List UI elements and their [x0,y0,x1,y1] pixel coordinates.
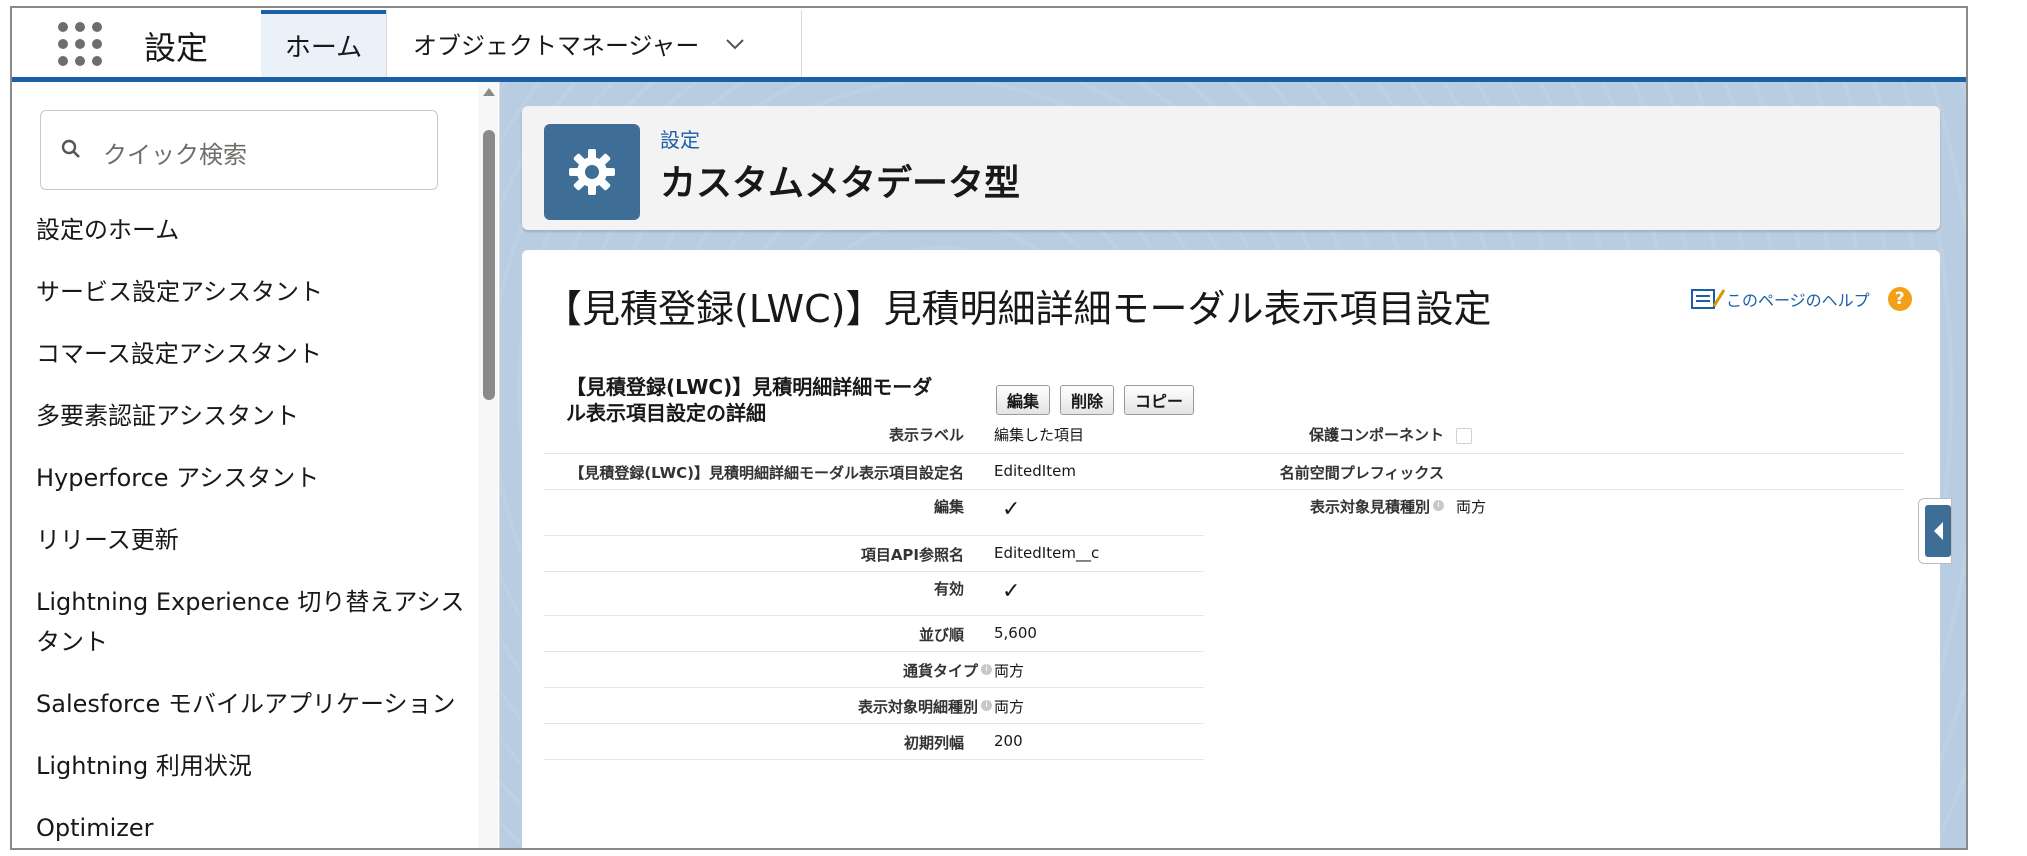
field-value: 編集した項目 [994,426,1085,444]
field-label: 表示対象見積種別 [1309,498,1430,516]
search-icon [61,139,80,158]
info-icon[interactable]: i [1433,500,1444,511]
field-label: 表示ラベル [888,426,964,444]
delete-button[interactable]: 削除 [1060,385,1115,415]
sidebar-item-optimizer[interactable]: Optimizer [36,806,466,848]
sidebar-item-setup-home[interactable]: 設定のホーム [36,208,466,270]
field-label: 初期列幅 [903,734,964,752]
detail-buttons: 編集 削除 コピー [996,385,1204,415]
sidebar-item-release-updates[interactable]: リリース更新 [36,518,466,580]
sidebar-item-salesforce-mobile[interactable]: Salesforce モバイルアプリケーション [36,682,466,744]
field-value: 5,600 [994,624,1037,642]
field-label: 【見積登録(LWC)】見積明細詳細モーダル表示項目設定名 [569,464,964,482]
record-detail-card: 【見積登録(LWC)】見積明細詳細モーダル表示項目設定 このページのヘルプ ? … [522,250,1952,848]
field-row: 名前空間プレフィックス [1204,454,1904,490]
page-header: 設定 カスタムメタデータ型 [522,106,1940,230]
field-value: EditedItem [994,462,1076,480]
sidebar-item-lightning-usage[interactable]: Lightning 利用状況 [36,744,466,806]
sidebar-nav: 設定のホーム サービス設定アシスタント コマース設定アシスタント 多要素認証アシ… [36,208,466,848]
main-content: 設定 カスタムメタデータ型 【見積登録(LWC)】見積明細詳細モーダル表示項目設… [500,82,1966,848]
page-title: カスタムメタデータ型 [660,163,1021,204]
field-label: 通貨タイプ [902,662,978,680]
field-value: 両方 [994,698,1025,716]
field-row: 表示ラベル 編集した項目 [544,416,1204,454]
question-icon[interactable]: ? [1887,287,1912,311]
collapse-arrow-icon[interactable] [1925,505,1951,557]
sidebar-item-lightning-transition[interactable]: Lightning Experience 切り替えアシスタント [36,580,466,682]
edit-button[interactable]: 編集 [996,385,1051,415]
window-frame: 設定 ホーム オブジェクトマネージャー クイック検索 設定のホーム サービス設定… [10,6,1968,850]
field-row: 通貨タイプ i 両方 [544,652,1204,688]
sidebar-item-mfa-assistant[interactable]: 多要素認証アシスタント [36,394,466,456]
field-row: 保護コンポーネント [1204,416,1904,454]
sidebar-item-hyperforce-assistant[interactable]: Hyperforce アシスタント [36,456,466,518]
tab-object-manager[interactable]: オブジェクトマネージャー [386,10,802,77]
gear-icon [544,124,640,220]
field-label: 名前空間プレフィックス [1279,464,1444,482]
tab-object-manager-label: オブジェクトマネージャー [413,32,700,60]
copy-button[interactable]: コピー [1124,385,1195,415]
checkmark-icon: ✓ [1002,497,1021,522]
protected-component-checkbox [1456,428,1472,444]
field-row: 表示対象明細種別 i 両方 [544,688,1204,724]
field-label: 並び順 [918,626,964,644]
info-icon[interactable]: i [981,700,992,711]
scroll-up-arrow-icon[interactable] [483,88,495,96]
info-icon[interactable]: i [981,664,992,675]
scrollbar-thumb[interactable] [483,130,495,400]
tab-home-label: ホーム [284,33,363,63]
search-placeholder: クイック検索 [103,141,247,169]
field-row: 項目API参照名 EditedItem__c [544,536,1204,572]
field-label: 保護コンポーネント [1308,426,1444,444]
chevron-down-icon[interactable] [725,31,745,56]
record-title: 【見積登録(LWC)】見積明細詳細モーダル表示項目設定 [544,287,1492,331]
field-row: 並び順 5,600 [544,616,1204,652]
field-value: 両方 [1456,498,1487,516]
side-panel-toggle[interactable] [1918,498,1952,564]
field-row: 編集 ✓ [544,490,1204,536]
tab-home[interactable]: ホーム [261,10,386,77]
field-value: 両方 [994,662,1025,680]
help-link[interactable]: このページのヘルプ ? [1690,286,1912,312]
field-label: 項目API参照名 [860,546,964,564]
field-label: 表示対象明細種別 [857,698,978,716]
quick-search-input[interactable]: クイック検索 [40,110,438,190]
field-row: 【見積登録(LWC)】見積明細詳細モーダル表示項目設定名 EditedItem [544,454,1204,490]
help-link-label[interactable]: このページのヘルプ [1726,287,1870,311]
field-value: 200 [994,732,1023,750]
field-label: 有効 [933,580,964,598]
app-launcher-icon[interactable] [58,22,102,66]
setup-sidebar: クイック検索 設定のホーム サービス設定アシスタント コマース設定アシスタント … [12,82,500,848]
field-label: 編集 [933,498,964,516]
field-value: EditedItem__c [994,544,1100,562]
app-name: 設定 [144,29,209,67]
field-row: 有効 ✓ [544,572,1204,616]
global-header: 設定 ホーム オブジェクトマネージャー [12,8,1966,82]
field-row: 初期列幅 200 [544,724,1204,760]
help-page-icon [1691,289,1726,309]
field-row: 表示対象見積種別 i 両方 [1204,490,1904,536]
sidebar-item-service-setup-assistant[interactable]: サービス設定アシスタント [36,270,466,332]
sidebar-item-commerce-setup-assistant[interactable]: コマース設定アシスタント [36,332,466,394]
checkmark-icon: ✓ [1002,579,1021,604]
breadcrumb[interactable]: 設定 [660,124,700,153]
